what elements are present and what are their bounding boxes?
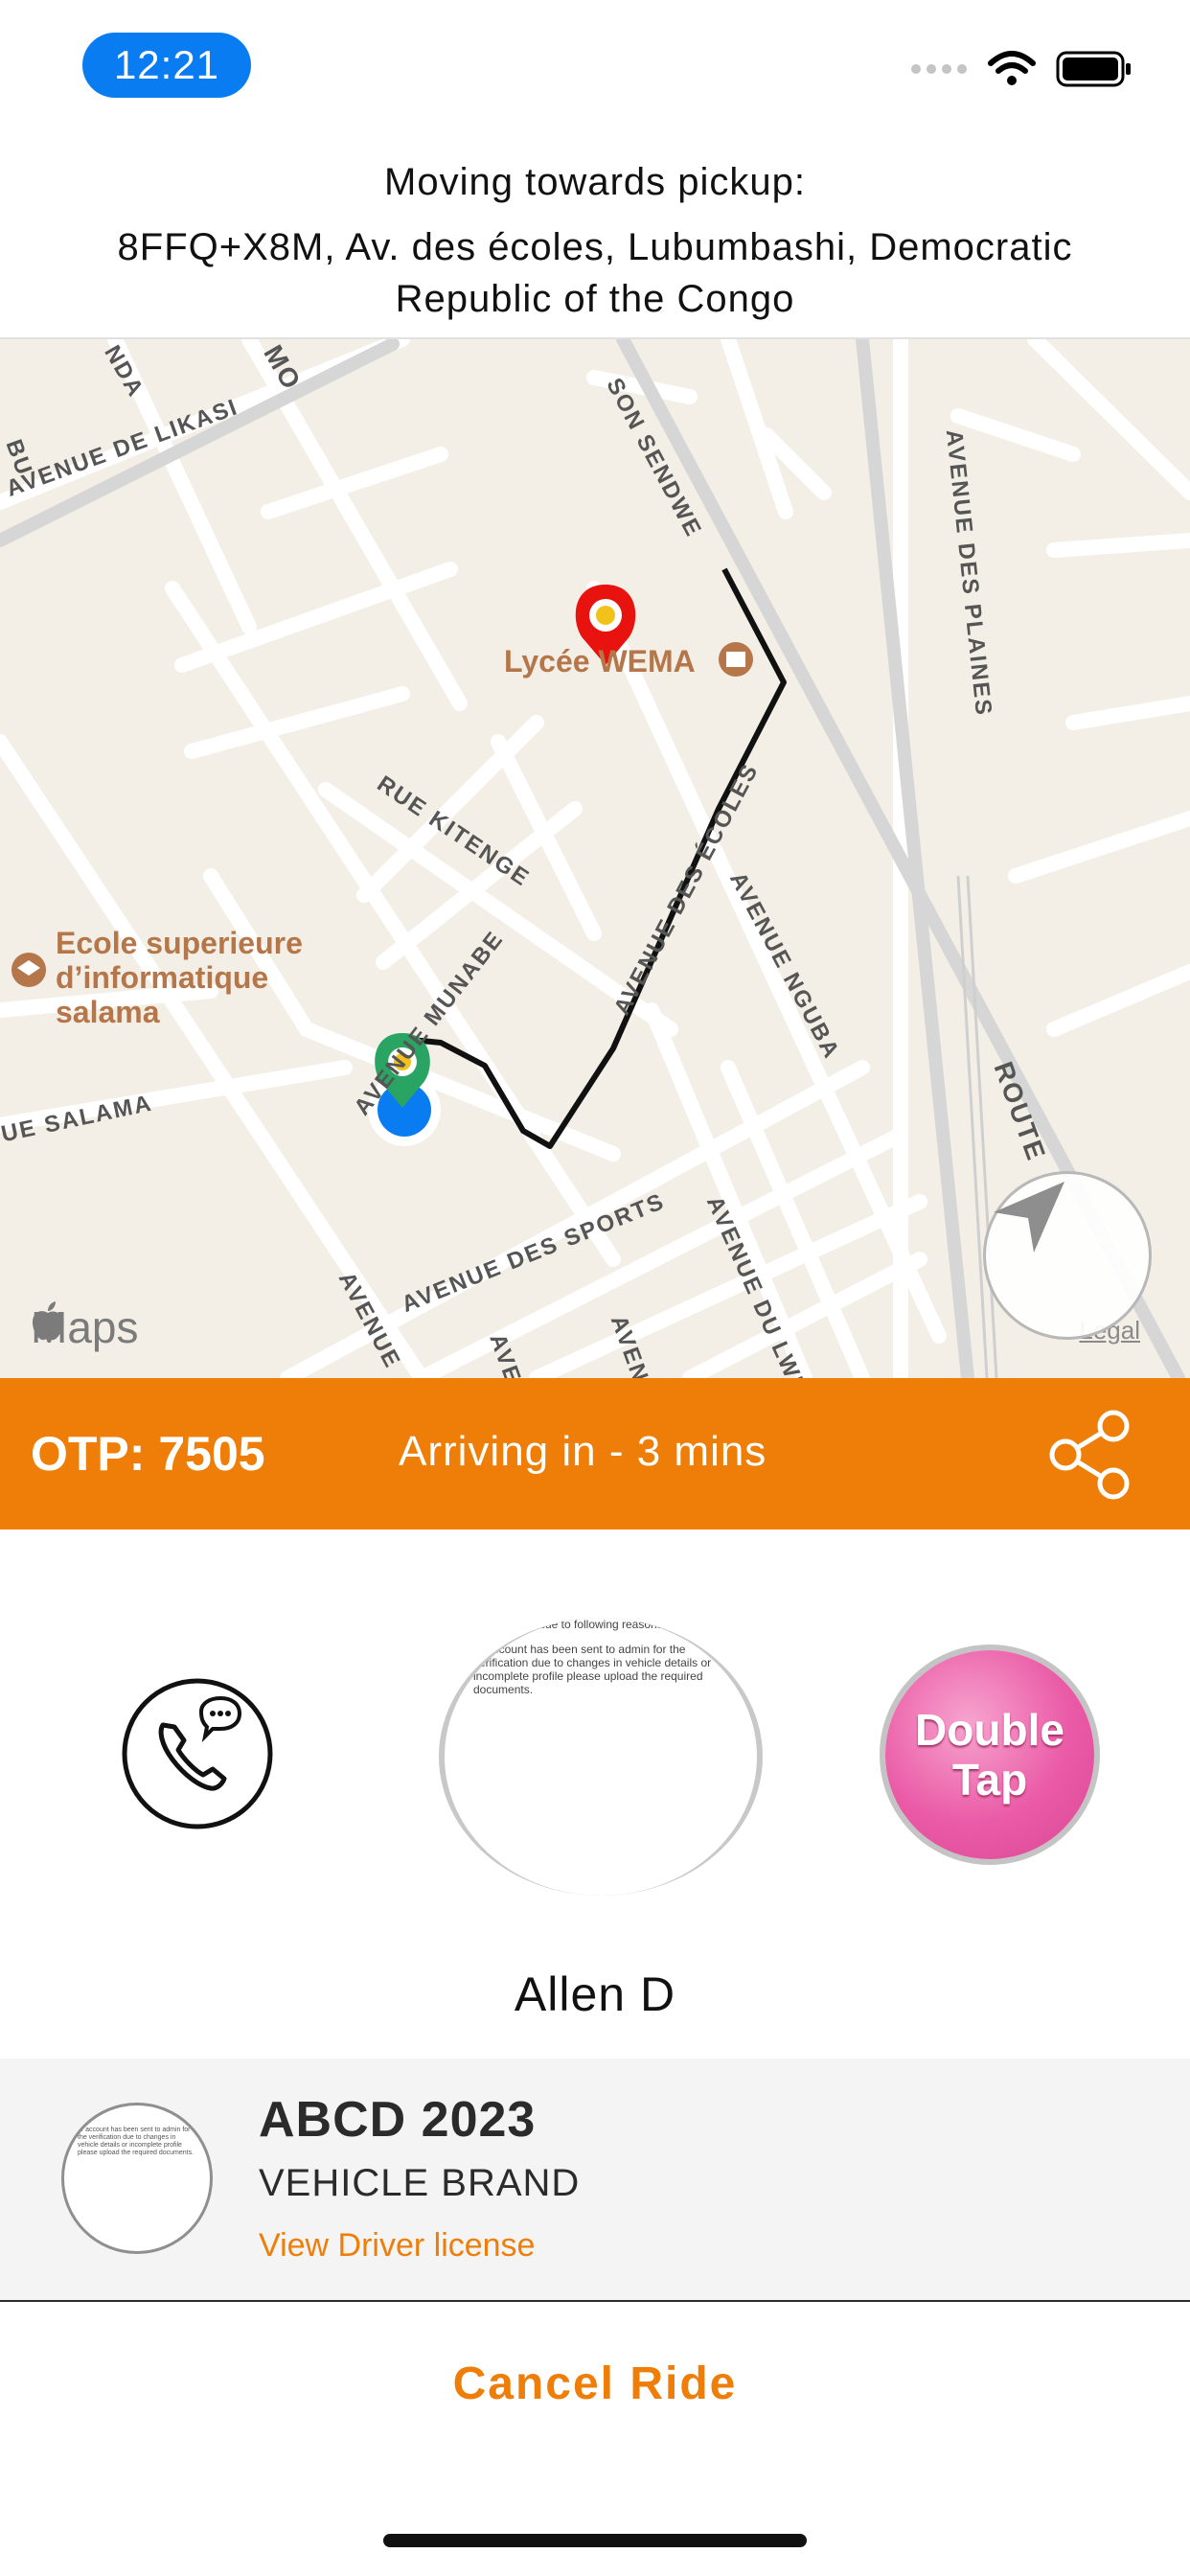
call-chat-button[interactable] [121, 1677, 274, 1830]
status-time: 12:21 [82, 33, 251, 98]
otp-label: OTP: 7505 [31, 1427, 265, 1481]
driver-photo-caption: due to following reasons [538, 1618, 663, 1631]
vehicle-brand: VEHICLE BRAND [259, 2162, 581, 2204]
apple-icon [33, 1301, 63, 1341]
double-tap-line1: Double [915, 1705, 1064, 1755]
signal-icon [911, 64, 967, 74]
view-license-link[interactable]: View Driver license [259, 2227, 535, 2265]
home-indicator [383, 2534, 807, 2547]
poi-ecole-salama[interactable]: Ecole superieure d’informatique salama [56, 926, 343, 1029]
double-tap-line2: Tap [951, 1755, 1028, 1805]
vehicle-plate: ABCD 2023 [259, 2092, 537, 2148]
pickup-title: Moving towards pickup: [384, 161, 806, 203]
wifi-icon [988, 51, 1036, 85]
driver-photo-text: ur account has been sent to admin for th… [473, 1643, 712, 1696]
poi-lycee-wema[interactable]: Lycée WEMA [504, 644, 696, 678]
share-icon[interactable] [1044, 1409, 1136, 1501]
battery-icon [1056, 51, 1131, 87]
location-arrow-icon [994, 1182, 1064, 1253]
maps-logo: Maps [31, 1301, 138, 1353]
eta-label: Arriving in - 3 mins [399, 1428, 767, 1475]
ride-status-bar: OTP: 7505 Arriving in - 3 mins [0, 1378, 1190, 1530]
vehicle-panel: ur account has been sent to admin for th… [0, 2058, 1190, 2302]
status-icons [910, 50, 1133, 88]
pickup-header: Moving towards pickup: 8FFQ+X8M, Av. des… [0, 161, 1190, 325]
cancel-ride-button[interactable]: Cancel Ride [0, 2358, 1190, 2410]
driver-name: Allen D [514, 1967, 676, 2021]
pickup-address: 8FFQ+X8M, Av. des écoles, Lubumbashi, De… [117, 226, 1073, 320]
vehicle-photo: ur account has been sent to admin for th… [61, 2103, 213, 2254]
map-view[interactable]: AVENUE DE LIKASI SON SENDWE AVENUE DES P… [0, 339, 1190, 1378]
recenter-button[interactable] [983, 1171, 1152, 1340]
driver-photo: due to following reasons ur account has … [439, 1618, 763, 1896]
double-tap-button[interactable]: Double Tap [885, 1650, 1094, 1859]
vehicle-photo-text: ur account has been sent to admin for th… [78, 2127, 195, 2156]
